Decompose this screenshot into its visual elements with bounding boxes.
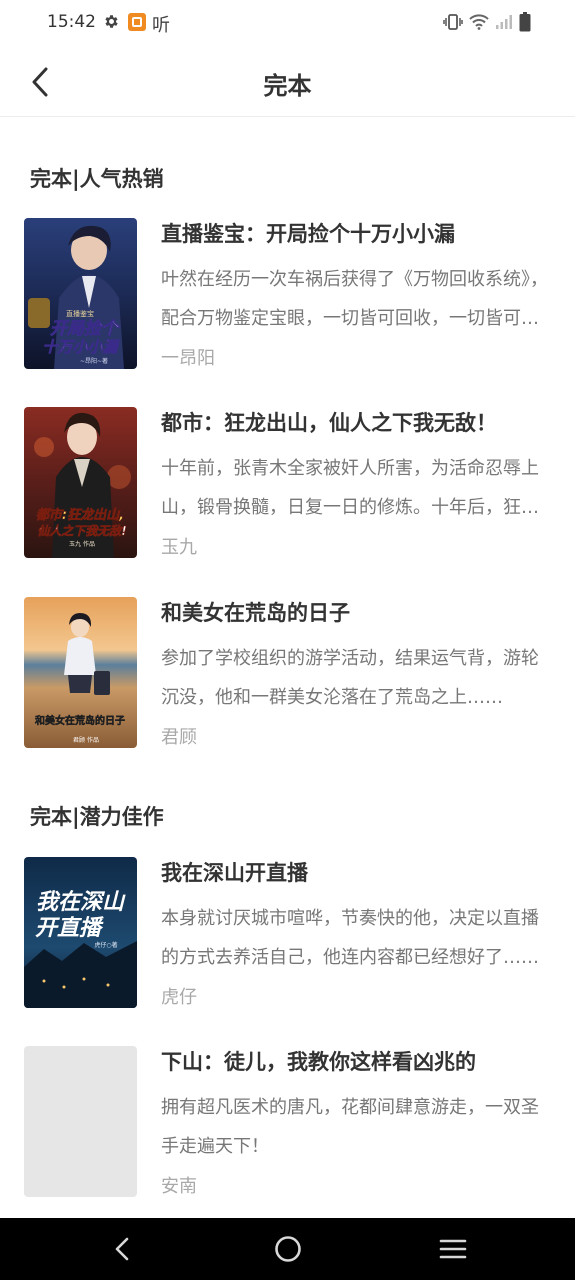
signal-icon <box>496 15 512 29</box>
cover-text-author: 玉九 作品 <box>69 540 95 548</box>
cover-text-main1: 我在深山 <box>36 890 126 915</box>
cover-text-main2: 开直播 <box>35 916 104 941</box>
book-title: 直播鉴宝：开局捡个十万小小漏 <box>161 222 455 246</box>
cover-text-main1: 都市:狂龙出山, <box>36 507 124 523</box>
book-cover: 都市:狂龙出山, 仙人之下我无敌! 玉九 作品 <box>24 407 137 558</box>
nav-menu-button[interactable] <box>421 1218 485 1280</box>
book-cover: 我在深山 开直播 虎仔○著 <box>24 857 137 1008</box>
app-header: 完本 <box>0 48 575 117</box>
book-cover-placeholder <box>24 1046 137 1197</box>
book-item[interactable]: 和美女在荒岛的日子 君顾 作品 和美女在荒岛的日子 参加了学校组织的游学活动，结… <box>0 597 575 749</box>
book-title: 下山：徒儿，我教你这样看凶兆的 <box>161 1050 476 1074</box>
cover-text-main2: 仙人之下我无敌! <box>37 524 126 538</box>
book-item[interactable]: 直播鉴宝 开局捡个 十万小小漏 ~昂阳~著 直播鉴宝：开局捡个十万小小漏 叶然在… <box>0 218 575 370</box>
book-item[interactable]: 下山：徒儿，我教你这样看凶兆的 拥有超凡医术的唐凡，花都间肆意游走，一双圣手走遍… <box>0 1046 575 1198</box>
cover-text-main1: 和美女在荒岛的日子 <box>34 714 125 727</box>
book-description: 本身就讨厌城市喧哗，节奏快的他，决定以直播的方式去养活自己，他连内容都已经想好了… <box>161 908 539 968</box>
status-right-icons <box>443 12 531 32</box>
cover-text-author: 君顾 作品 <box>73 736 99 744</box>
book-author: 君顾 <box>161 727 197 748</box>
book-title: 我在深山开直播 <box>161 861 308 885</box>
cover-text-author: 虎仔○著 <box>94 941 117 949</box>
book-description: 十年前，张青木全家被奸人所害，为活命忍辱上山，锻骨换髓，日复一日的修炼。十年后，… <box>161 458 539 518</box>
home-circle-icon <box>275 1236 301 1262</box>
nav-back-button[interactable] <box>90 1218 154 1280</box>
battery-icon <box>519 12 531 32</box>
book-author: 一昂阳 <box>161 348 215 369</box>
vibrate-icon <box>443 14 463 30</box>
book-description: 参加了学校组织的游学活动，结果运气背，游轮沉没，他和一群美女沦落在了荒岛之上…… <box>161 648 539 708</box>
book-cover: 和美女在荒岛的日子 君顾 作品 <box>24 597 137 748</box>
status-ting-icon: 听 <box>152 15 170 36</box>
status-time: 15:42 <box>47 12 96 32</box>
menu-lines-icon <box>439 1239 467 1259</box>
cover-text-top: 直播鉴宝 <box>66 309 94 318</box>
book-description: 拥有超凡医术的唐凡，花都间肆意游走，一双圣手走遍天下！ <box>161 1097 539 1157</box>
status-bar: 15:42 听 <box>0 0 575 48</box>
gear-icon <box>105 15 118 28</box>
wifi-icon <box>469 14 489 30</box>
book-author: 玉九 <box>161 537 197 558</box>
cover-text-main1: 开局捡个 <box>50 319 120 339</box>
page-title: 完本 <box>263 72 312 100</box>
book-title: 都市：狂龙出山，仙人之下我无敌！ <box>161 411 497 435</box>
book-author: 安南 <box>161 1176 197 1197</box>
back-triangle-icon <box>115 1237 129 1261</box>
book-author: 虎仔 <box>161 987 197 1008</box>
section-title-potential: 完本|潜力佳作 <box>30 805 164 829</box>
book-title: 和美女在荒岛的日子 <box>161 601 350 625</box>
book-description: 叶然在经历一次车祸后获得了《万物回收系统》，配合万物鉴定宝眼，一切皆可回收，一切… <box>161 269 548 329</box>
book-cover: 直播鉴宝 开局捡个 十万小小漏 ~昂阳~著 <box>24 218 137 369</box>
cover-text-author: ~昂阳~著 <box>80 357 108 365</box>
app-notification-icon <box>128 13 146 31</box>
book-item[interactable]: 我在深山 开直播 虎仔○著 我在深山开直播 本身就讨厌城市喧哗，节奏快的他，决定… <box>0 857 575 1009</box>
cover-text-main2: 十万小小漏 <box>42 338 120 356</box>
nav-home-button[interactable] <box>256 1218 320 1280</box>
book-item[interactable]: 都市:狂龙出山, 仙人之下我无敌! 玉九 作品 都市：狂龙出山，仙人之下我无敌！… <box>0 407 575 559</box>
section-title-popular: 完本|人气热销 <box>30 167 164 191</box>
system-nav-bar <box>0 1218 575 1280</box>
